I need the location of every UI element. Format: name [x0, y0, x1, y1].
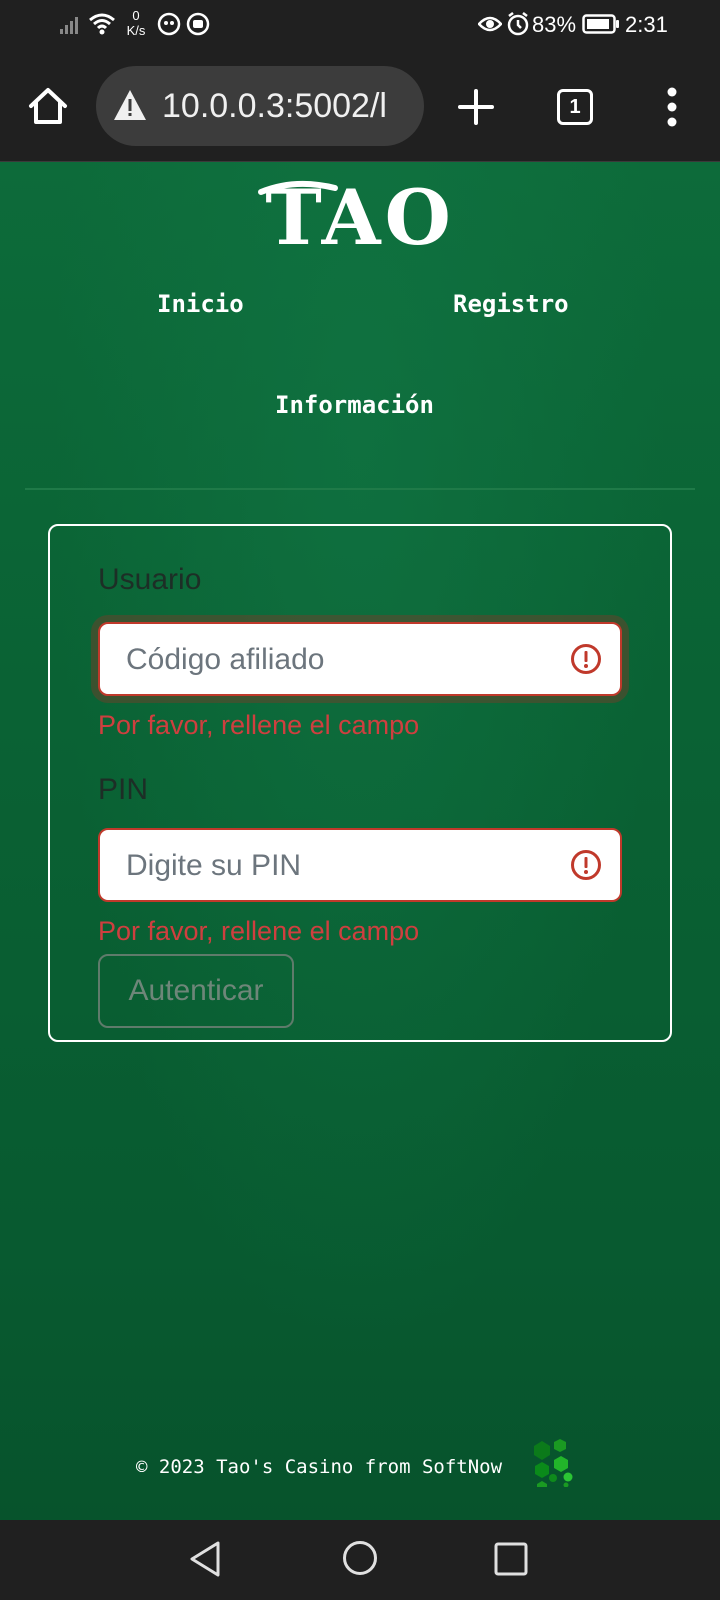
footer: © 2023 Tao's Casino from SoftNow — [0, 1437, 720, 1497]
not-secure-warning-icon[interactable] — [112, 88, 148, 122]
usuario-error-message: Por favor, rellene el campo — [98, 710, 420, 740]
back-icon[interactable] — [188, 1540, 222, 1578]
usuario-input[interactable] — [124, 634, 548, 686]
clock: 2:31 — [625, 12, 668, 37]
pin-input[interactable] — [124, 840, 548, 892]
footer-copyright: © 2023 Tao's Casino from SoftNow — [136, 1456, 503, 1478]
error-icon — [571, 644, 601, 674]
home-nav-icon[interactable] — [342, 1540, 378, 1576]
wifi-icon — [89, 13, 115, 35]
pin-error-message: Por favor, rellene el campo — [98, 916, 420, 946]
usuario-label: Usuario — [98, 563, 202, 596]
address-bar[interactable]: 10.0.0.3:5002/l — [96, 66, 424, 146]
network-speed-value: 0 — [132, 8, 140, 23]
network-speed: 0 K/s — [122, 8, 150, 38]
status-bar: 0 K/s 83% 2:31 — [0, 0, 720, 50]
browser-toolbar: 10.0.0.3:5002/l 1 — [0, 50, 720, 162]
nav-informacion[interactable]: Información — [275, 390, 434, 420]
url-text[interactable]: 10.0.0.3:5002/l — [162, 86, 408, 126]
alarm-icon — [507, 12, 529, 36]
battery-percent: 83% — [532, 12, 577, 37]
tab-switcher-button[interactable]: 1 — [557, 89, 593, 125]
login-form: Usuario Por favor, rellene el campo PIN … — [48, 524, 672, 1042]
pin-label: PIN — [98, 773, 149, 806]
home-icon[interactable] — [27, 86, 69, 126]
usuario-field[interactable] — [98, 622, 622, 696]
nav-inicio[interactable]: Inicio — [157, 289, 244, 319]
softnow-logo — [534, 1439, 573, 1487]
autenticar-button[interactable]: Autenticar — [98, 954, 294, 1028]
screen-record-icon — [186, 12, 210, 36]
pin-field[interactable] — [98, 828, 622, 902]
eye-comfort-icon — [478, 16, 502, 32]
nav-registro[interactable]: Registro — [453, 289, 569, 319]
recent-apps-icon[interactable] — [494, 1542, 528, 1576]
error-icon — [571, 850, 601, 880]
tao-logo[interactable]: TAO — [255, 172, 465, 262]
app-notification-icon — [157, 12, 181, 36]
divider — [25, 488, 695, 490]
more-options-icon[interactable] — [661, 86, 683, 128]
new-tab-icon[interactable] — [455, 86, 497, 128]
signal-icon — [60, 17, 78, 34]
network-speed-unit: K/s — [126, 23, 146, 38]
battery-icon — [582, 14, 619, 34]
system-navigation-bar — [0, 1520, 720, 1600]
page-content: TAO Inicio Registro Información Usuario … — [0, 162, 720, 1520]
